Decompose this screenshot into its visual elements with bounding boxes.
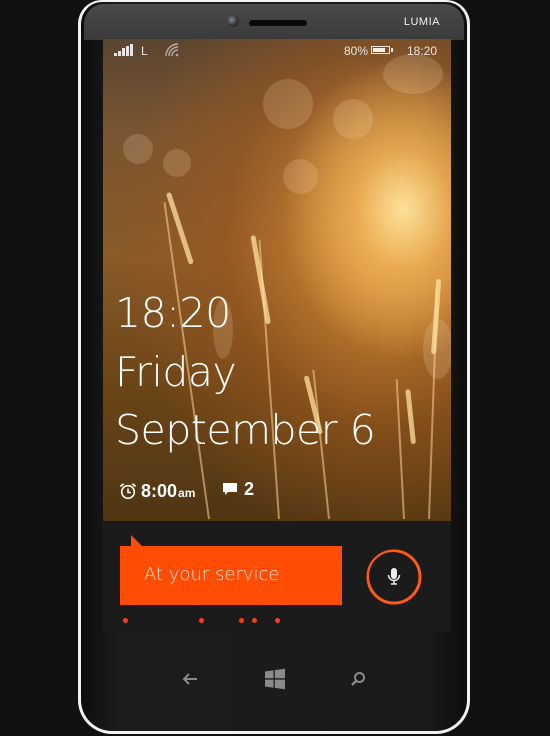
phone-top-bezel: LUMIA	[84, 4, 464, 40]
lock-day: Friday	[115, 348, 237, 396]
battery-tip	[391, 48, 393, 52]
battery-level-fill	[373, 48, 385, 52]
message-count: 2	[244, 479, 255, 499]
windows-logo-icon	[265, 668, 285, 690]
lock-date: September 6	[115, 406, 376, 454]
microphone-button[interactable]	[366, 549, 422, 605]
progress-dot	[275, 618, 280, 623]
message-notification: 2	[222, 479, 254, 500]
progress-dot	[239, 618, 244, 623]
status-time: 18:20	[407, 44, 438, 58]
wifi-icon	[165, 43, 179, 57]
progress-dot	[123, 618, 128, 623]
battery-percent: 80%	[344, 44, 369, 58]
cortana-speech-bubble[interactable]: At your service	[120, 546, 342, 605]
earpiece-speaker	[249, 20, 307, 26]
search-button[interactable]	[345, 666, 371, 692]
alarm-time: 8:00	[141, 481, 178, 501]
lock-time: 18:20	[115, 289, 231, 337]
message-icon	[223, 483, 237, 495]
back-button[interactable]	[177, 666, 203, 692]
start-button[interactable]	[262, 666, 288, 692]
alarm-notification: 8:00 am	[119, 479, 195, 502]
progress-dot	[252, 618, 257, 623]
alarm-clock-icon	[119, 483, 137, 500]
front-camera	[227, 15, 239, 27]
progress-dot	[199, 618, 204, 623]
hardware-nav-bar	[78, 650, 470, 710]
signal-bars-icon	[114, 44, 133, 56]
status-bar: L 80% 18:20	[103, 39, 451, 63]
search-icon	[351, 672, 365, 686]
lock-screen[interactable]: L 80% 18:20 18:20 Friday September 6 8:0…	[103, 39, 451, 632]
cortana-panel: At your service	[103, 521, 451, 632]
back-arrow-icon	[182, 673, 197, 685]
speech-bubble-tail	[131, 535, 142, 546]
battery-icon	[371, 46, 390, 54]
alarm-period: am	[178, 486, 196, 500]
network-type: L	[141, 44, 148, 58]
brand-logo: LUMIA	[403, 16, 440, 28]
cortana-greeting: At your service	[144, 564, 280, 585]
